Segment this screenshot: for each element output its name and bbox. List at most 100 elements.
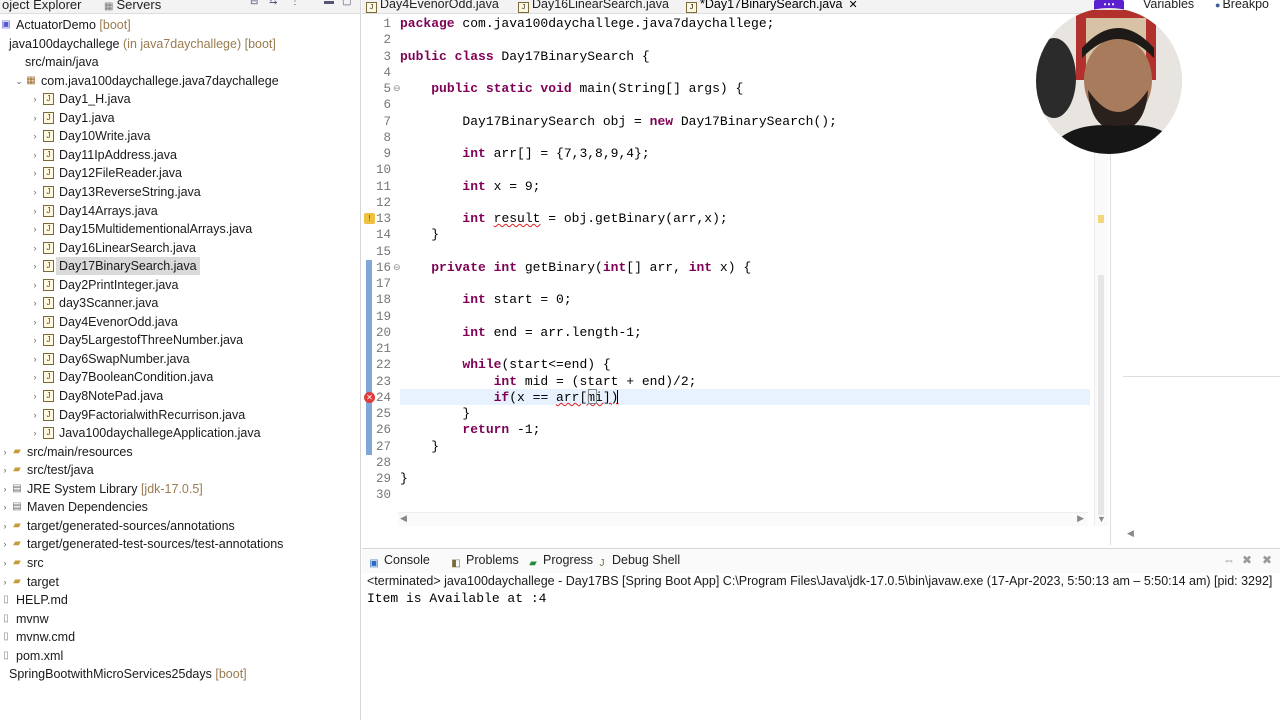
code-line[interactable]: } bbox=[400, 471, 408, 487]
tree-item[interactable]: › J Day7BooleanCondition.java bbox=[0, 368, 360, 386]
scroll-down-icon[interactable]: ▼ bbox=[1097, 514, 1106, 524]
tree-item[interactable]: › J Day17BinarySearch.java bbox=[0, 257, 360, 276]
tree-item[interactable]: ▯ mvnw bbox=[0, 610, 360, 628]
tree-item[interactable]: › J Day4EvenorOdd.java bbox=[0, 313, 360, 331]
console-output[interactable]: Item is Available at :4 bbox=[367, 591, 546, 606]
tree-item[interactable]: › ▤ JRE System Library [jdk-17.0.5] bbox=[0, 480, 360, 498]
chevron-right-icon[interactable]: › bbox=[30, 146, 40, 164]
chevron-down-icon[interactable]: ⌄ bbox=[14, 72, 24, 90]
scroll-left-icon[interactable]: ◀ bbox=[1127, 528, 1134, 539]
tree-item[interactable]: › ▰ target bbox=[0, 573, 360, 591]
code-line[interactable]: int mid = (start + end)/2; bbox=[400, 374, 697, 390]
tree-item[interactable]: › ▰ target/generated-test-sources/test-ann… bbox=[0, 535, 360, 553]
chevron-right-icon[interactable]: › bbox=[30, 183, 40, 201]
chevron-right-icon[interactable]: › bbox=[30, 257, 40, 275]
chevron-right-icon[interactable]: › bbox=[0, 498, 10, 516]
tab-debug-shell[interactable]: J Debug Shell bbox=[596, 553, 681, 570]
tree-item[interactable]: › J Day1.java bbox=[0, 109, 360, 127]
scroll-left-icon[interactable]: ◀ bbox=[400, 513, 407, 524]
link-editor-icon[interactable]: ⇆ bbox=[269, 0, 281, 8]
tree-item[interactable]: › J Day5LargestofThreeNumber.java bbox=[0, 331, 360, 349]
chevron-right-icon[interactable]: › bbox=[30, 276, 40, 294]
tree-item[interactable]: src/main/java bbox=[0, 53, 360, 71]
tree-item[interactable]: java100daychallege (in java7daychallege)… bbox=[0, 35, 360, 53]
tree-item[interactable]: › J Day9FactorialwithRecurrison.java bbox=[0, 406, 360, 424]
code-line[interactable]: return -1; bbox=[400, 422, 540, 438]
tree-item[interactable]: › J Day13ReverseString.java bbox=[0, 183, 360, 201]
tab-servers[interactable]: ▦ Servers bbox=[104, 0, 161, 12]
code-line[interactable]: Day17BinarySearch obj = new Day17BinaryS… bbox=[400, 114, 836, 130]
remove-launch-icon[interactable]: ✖ bbox=[1240, 553, 1254, 567]
chevron-right-icon[interactable]: › bbox=[30, 387, 40, 405]
collapse-all-icon[interactable]: ⊟ bbox=[250, 0, 262, 8]
tree-item[interactable]: › J Day15MultidementionalArrays.java bbox=[0, 220, 360, 238]
code-line[interactable]: } bbox=[400, 227, 439, 243]
chevron-right-icon[interactable]: › bbox=[30, 202, 40, 220]
pin-console-icon[interactable]: ⇔ bbox=[1222, 553, 1236, 567]
tree-item[interactable]: › J Day10Write.java bbox=[0, 127, 360, 145]
chevron-right-icon[interactable]: › bbox=[30, 406, 40, 424]
tree-item[interactable]: › J Day14Arrays.java bbox=[0, 202, 360, 220]
code-line[interactable]: int result = obj.getBinary(arr,x); bbox=[400, 211, 727, 227]
chevron-right-icon[interactable]: › bbox=[30, 331, 40, 349]
chevron-right-icon[interactable]: › bbox=[0, 480, 10, 498]
chevron-right-icon[interactable]: › bbox=[0, 517, 10, 535]
code-line[interactable]: int end = arr.length-1; bbox=[400, 325, 641, 341]
tree-item[interactable]: › ▰ src/test/java bbox=[0, 461, 360, 479]
editor-tab-day16linearsearch[interactable]: J Day16LinearSearch.java bbox=[518, 0, 669, 13]
warning-overview-marker[interactable] bbox=[1098, 215, 1104, 223]
tab-progress[interactable]: ▰ Progress bbox=[527, 553, 593, 570]
chevron-right-icon[interactable]: › bbox=[30, 313, 40, 331]
code-line[interactable]: package com.java100daychallege.java7dayc… bbox=[400, 16, 774, 32]
tree-item[interactable]: ▯ HELP.md bbox=[0, 591, 360, 609]
warning-icon[interactable]: ! bbox=[364, 213, 375, 224]
chevron-right-icon[interactable]: › bbox=[30, 220, 40, 238]
tree-item[interactable]: › J Java100daychallegeApplication.java bbox=[0, 424, 360, 442]
code-line[interactable]: int x = 9; bbox=[400, 179, 540, 195]
tree-item[interactable]: ▯ pom.xml bbox=[0, 647, 360, 665]
remove-all-icon[interactable]: ✖ bbox=[1260, 553, 1274, 567]
tab-console[interactable]: ▣ Console bbox=[368, 553, 430, 570]
tree-item[interactable]: › ▰ src/main/resources bbox=[0, 443, 360, 461]
tree-item[interactable]: › J Day1_H.java bbox=[0, 90, 360, 108]
tree-item[interactable]: › J Day12FileReader.java bbox=[0, 164, 360, 182]
editor-tab-day4evenorodd[interactable]: J Day4EvenorOdd.java bbox=[366, 0, 499, 13]
scroll-thumb[interactable] bbox=[1098, 275, 1104, 515]
error-icon[interactable]: ✕ bbox=[364, 391, 375, 403]
tree-item[interactable]: › ▰ target/generated-sources/annotations bbox=[0, 517, 360, 535]
code-line[interactable]: if(x == arr[mi]) bbox=[400, 390, 619, 406]
code-line[interactable]: } bbox=[400, 406, 470, 422]
chevron-right-icon[interactable]: › bbox=[0, 461, 10, 479]
scroll-right-icon[interactable]: ▶ bbox=[1077, 513, 1084, 524]
tab-problems[interactable]: ◧ Problems bbox=[450, 553, 519, 570]
code-line[interactable]: public static void main(String[] args) { bbox=[400, 81, 743, 97]
chevron-right-icon[interactable]: › bbox=[30, 127, 40, 145]
tree-item[interactable]: › J Day11IpAddress.java bbox=[0, 146, 360, 164]
chevron-right-icon[interactable]: › bbox=[30, 294, 40, 312]
code-editor[interactable]: 1234567891011121314151617181920212223242… bbox=[362, 15, 1108, 526]
chevron-right-icon[interactable]: › bbox=[30, 109, 40, 127]
filter-icon[interactable]: ⋮ bbox=[290, 0, 302, 8]
tree-item[interactable]: › J Day16LinearSearch.java bbox=[0, 239, 360, 257]
tree-item[interactable]: › Jday3Scanner.java bbox=[0, 294, 360, 312]
code-line[interactable]: int arr[] = {7,3,8,9,4}; bbox=[400, 146, 649, 162]
horizontal-scrollbar[interactable]: ◀ ▶ bbox=[398, 512, 1088, 526]
chevron-right-icon[interactable]: › bbox=[30, 368, 40, 386]
tree-item[interactable]: ⌄ ▦ com.java100daychallege.java7daychalleg… bbox=[0, 72, 360, 90]
code-line[interactable]: while(start<=end) { bbox=[400, 357, 610, 373]
maximize-icon[interactable]: ▢ bbox=[342, 0, 354, 8]
tree-item[interactable]: ▯ mvnw.cmd bbox=[0, 628, 360, 646]
chevron-right-icon[interactable]: › bbox=[30, 350, 40, 368]
tree-item[interactable]: › ▤ Maven Dependencies bbox=[0, 498, 360, 516]
tree-item[interactable]: › J Day6SwapNumber.java bbox=[0, 350, 360, 368]
chevron-right-icon[interactable]: › bbox=[30, 239, 40, 257]
tab-breakpoints[interactable]: ● Breakpo bbox=[1215, 0, 1269, 11]
code-line[interactable]: private int getBinary(int[] arr, int x) … bbox=[400, 260, 751, 276]
close-tab-icon[interactable]: ✕ bbox=[848, 0, 857, 11]
tab-project-explorer[interactable]: oject Explorer bbox=[2, 0, 81, 12]
code-line[interactable]: } bbox=[400, 439, 439, 455]
code-line[interactable]: int start = 0; bbox=[400, 292, 571, 308]
tree-item[interactable]: SpringBootwithMicroServices25days [boot] bbox=[0, 665, 360, 683]
tree-item[interactable]: › J Day8NotePad.java bbox=[0, 387, 360, 405]
code-line[interactable]: public class Day17BinarySearch { bbox=[400, 49, 650, 65]
